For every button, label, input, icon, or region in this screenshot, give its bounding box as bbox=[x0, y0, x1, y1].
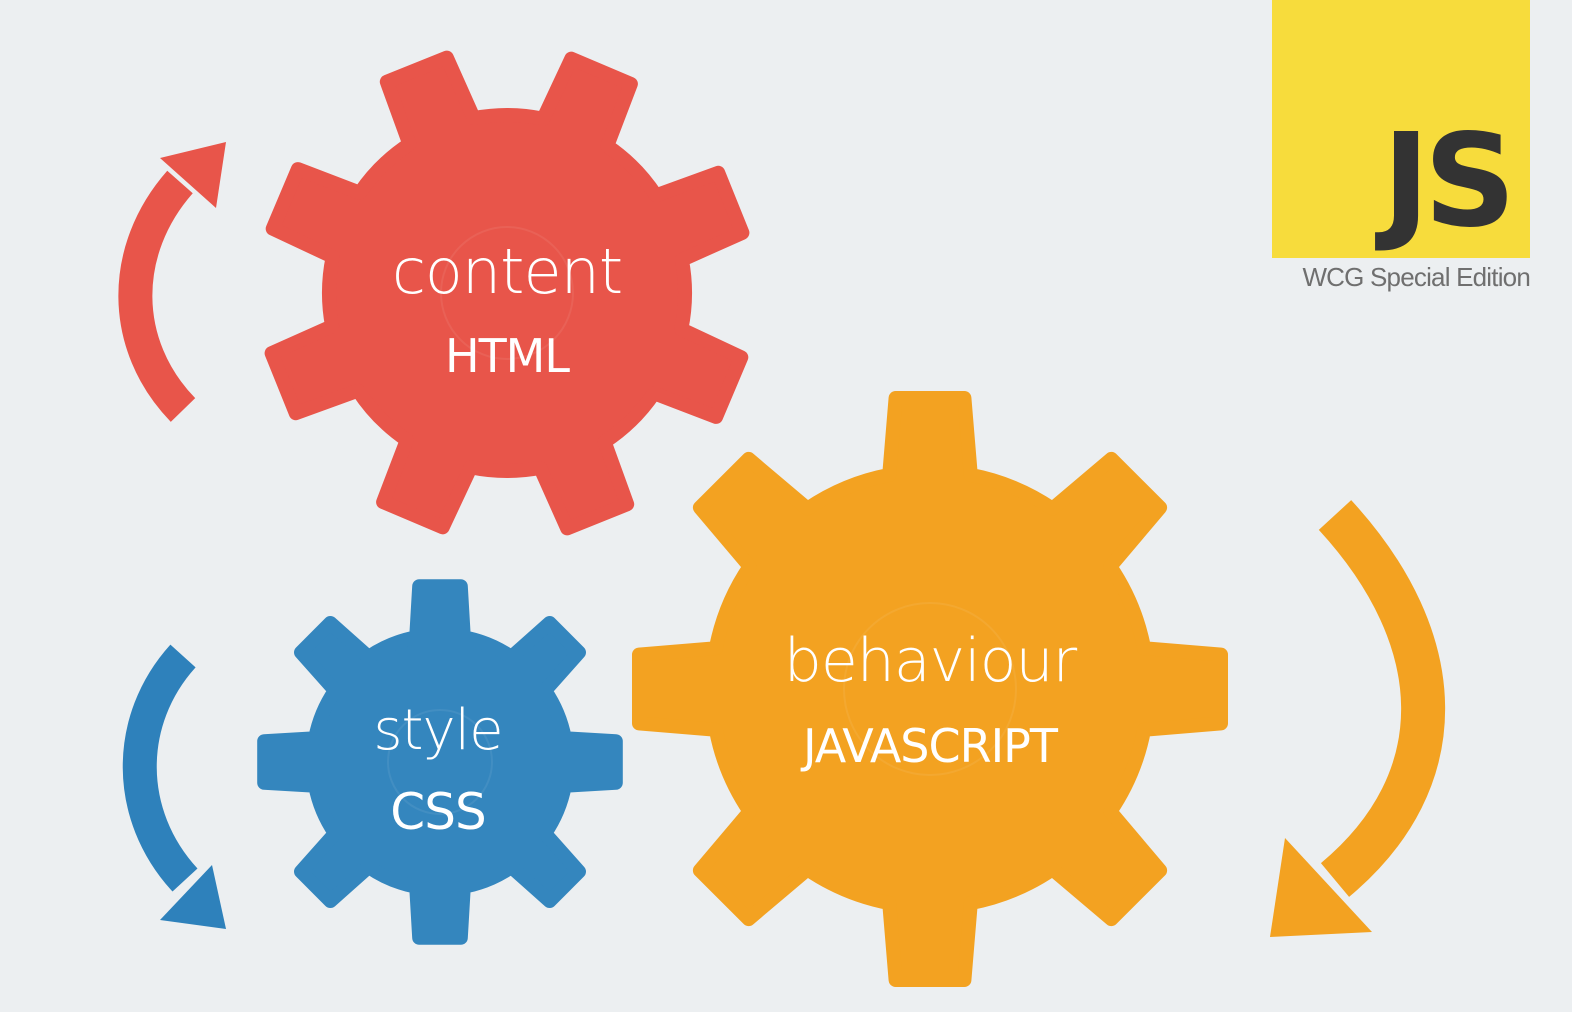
content-gear-word: content bbox=[392, 235, 622, 308]
orange-cycle-arrow bbox=[1270, 500, 1446, 937]
orange-arrow-shaft bbox=[1318, 500, 1446, 897]
red-arrow-shaft bbox=[118, 170, 196, 422]
content-gear-tech: HTML bbox=[445, 329, 570, 383]
style-gear-word: style bbox=[373, 698, 502, 763]
js-logo-text: JS bbox=[1382, 107, 1516, 256]
behaviour-gear-tech: JAVASCRIPT bbox=[800, 719, 1059, 773]
content-gear: content HTML bbox=[264, 50, 750, 536]
behaviour-gear: behaviour JAVASCRIPT bbox=[632, 391, 1228, 987]
behaviour-gear-word: behaviour bbox=[784, 626, 1078, 696]
blue-cycle-arrow bbox=[122, 644, 226, 929]
edition-label: WCG Special Edition bbox=[1302, 262, 1530, 292]
red-cycle-arrow bbox=[118, 142, 226, 422]
style-gear-tech: CSS bbox=[390, 783, 485, 841]
style-gear: style CSS bbox=[257, 579, 623, 945]
blue-arrow-shaft bbox=[122, 644, 198, 892]
js-logo: JS bbox=[1272, 0, 1530, 258]
